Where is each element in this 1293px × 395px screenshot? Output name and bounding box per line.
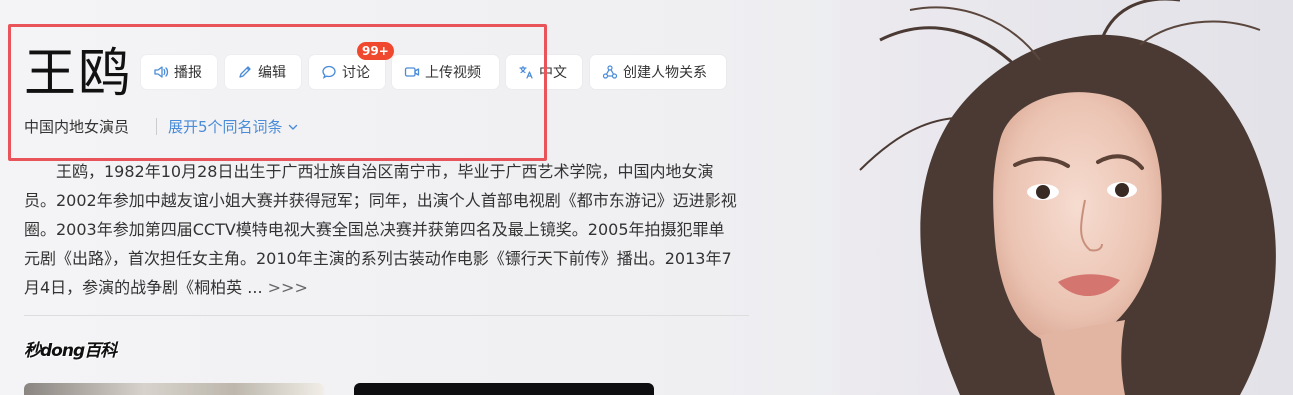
discuss-button[interactable]: 讨论 <box>309 55 385 89</box>
pencil-icon <box>239 66 251 78</box>
play-label: 播报 <box>174 65 202 81</box>
discuss-label: 讨论 <box>342 65 370 81</box>
section-divider <box>24 315 749 316</box>
subtitle-divider <box>156 118 157 135</box>
language-button[interactable]: 中文 <box>506 55 582 89</box>
relation-network-icon <box>602 65 618 79</box>
video-camera-icon <box>404 67 420 77</box>
speaker-icon <box>154 66 169 78</box>
video-thumbnail[interactable] <box>354 383 654 395</box>
entry-subtitle: 中国内地女演员 <box>24 118 130 136</box>
person-photo <box>840 0 1293 395</box>
summary-text: 王鸥，1982年10月28日出生于广西壮族自治区南宁市，毕业于广西艺术学院，中国… <box>24 162 737 297</box>
language-label: 中文 <box>539 65 567 81</box>
discuss-count-badge: 99+ <box>357 42 394 60</box>
expand-homonyms-label: 展开5个同名词条 <box>168 118 283 136</box>
play-button[interactable]: 播报 <box>141 55 217 89</box>
expand-homonyms-link[interactable]: 展开5个同名词条 <box>168 116 299 138</box>
entry-title: 王鸥 <box>24 44 133 104</box>
edit-button[interactable]: 编辑 <box>225 55 301 89</box>
create-relation-button[interactable]: 创建人物关系 <box>590 55 726 89</box>
chevron-down-icon <box>288 124 297 130</box>
entry-summary: 王鸥，1982年10月28日出生于广西壮族自治区南宁市，毕业于广西艺术学院，中国… <box>24 157 738 302</box>
watermark-logo: 秒dong百科 <box>24 341 117 361</box>
video-thumbnail[interactable] <box>24 383 324 395</box>
edit-label: 编辑 <box>258 65 286 81</box>
chat-bubble-icon <box>322 65 336 79</box>
translate-icon <box>519 65 533 79</box>
upload-video-label: 上传视频 <box>425 65 481 81</box>
upload-video-button[interactable]: 上传视频 <box>392 55 499 89</box>
read-more-link[interactable]: >>> <box>268 278 308 297</box>
create-relation-label: 创建人物关系 <box>623 65 707 81</box>
